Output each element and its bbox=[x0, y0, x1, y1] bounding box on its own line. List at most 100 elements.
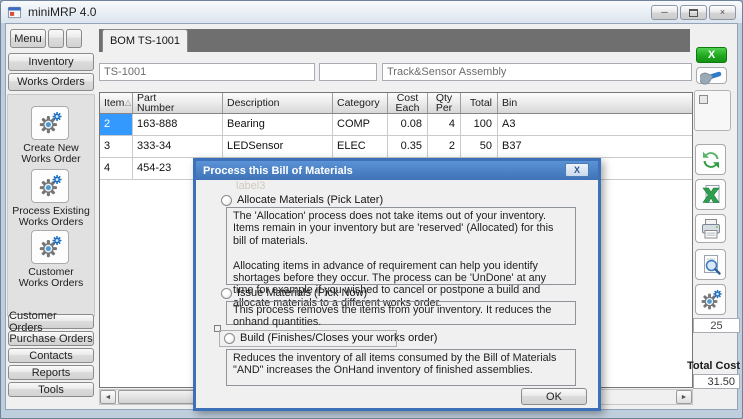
grid-header: Item△ Part Number Description Category C… bbox=[100, 93, 692, 114]
cell-cost[interactable]: 0.35 bbox=[388, 136, 428, 158]
sidebar-item-tools[interactable]: Tools bbox=[8, 382, 94, 397]
scroll-left-button[interactable]: ◄ bbox=[100, 390, 116, 404]
cell-item[interactable]: 3 bbox=[100, 136, 133, 158]
quantity-field[interactable] bbox=[319, 63, 377, 81]
assembly-description-field[interactable] bbox=[382, 63, 692, 81]
sidebar-item-purchase-orders[interactable]: Purchase Orders bbox=[8, 331, 94, 346]
dialog-title: Process this Bill of Materials bbox=[203, 165, 353, 177]
scroll-right-icon: ► bbox=[681, 394, 688, 401]
allocate-materials-radio[interactable] bbox=[221, 195, 232, 206]
close-button[interactable]: × bbox=[709, 5, 736, 20]
sidebar-item-contacts[interactable]: Contacts bbox=[8, 348, 94, 363]
build-label: Build (Finishes/Closes your works order) bbox=[240, 332, 437, 344]
issue-materials-label: Issue Materials (Pick Now) bbox=[237, 287, 367, 299]
customer-works-orders-label: Customer Works Orders bbox=[8, 267, 94, 289]
column-header-cost-each[interactable]: Cost Each bbox=[388, 93, 428, 113]
scroll-left-icon: ◄ bbox=[105, 394, 112, 401]
tab-strip: BOM TS-1001 bbox=[99, 29, 690, 52]
cell-cost[interactable]: 0.08 bbox=[388, 114, 428, 136]
close-icon: × bbox=[720, 8, 725, 17]
allocate-materials-label: Allocate Materials (Pick Later) bbox=[237, 194, 383, 206]
cell-category[interactable]: ELEC bbox=[333, 136, 388, 158]
maximize-icon bbox=[689, 9, 698, 17]
sidebar-item-reports[interactable]: Reports bbox=[8, 365, 94, 380]
cell-category[interactable]: COMP bbox=[333, 114, 388, 136]
process-existing-works-orders-button[interactable] bbox=[31, 169, 69, 203]
window-title: miniMRP 4.0 bbox=[28, 5, 96, 19]
total-cost-value[interactable] bbox=[693, 374, 740, 389]
sort-ascending-icon: △ bbox=[125, 99, 131, 107]
allocate-materials-description: The 'Allocation' process does not take i… bbox=[226, 207, 576, 285]
cell-total[interactable]: 50 bbox=[461, 136, 498, 158]
cell-part[interactable]: 333-34 bbox=[133, 136, 223, 158]
create-new-works-order-label: Create New Works Order bbox=[8, 143, 94, 165]
cell-part[interactable]: 163-888 bbox=[133, 114, 223, 136]
toolbar-blank-button-1[interactable] bbox=[48, 29, 64, 48]
cell-description[interactable]: LEDSensor bbox=[223, 136, 333, 158]
minimize-icon: ─ bbox=[661, 8, 667, 17]
dialog-titlebar: Process this Bill of Materials X bbox=[196, 161, 598, 180]
minimize-button[interactable]: ─ bbox=[651, 5, 678, 20]
column-header-bin[interactable]: Bin bbox=[498, 93, 692, 113]
app-icon bbox=[7, 5, 22, 20]
process-bom-dialog: Process this Bill of Materials X label3 … bbox=[193, 158, 601, 411]
table-row[interactable]: 2 163-888 Bearing COMP 0.08 4 100 A3 bbox=[100, 114, 692, 136]
green-x-icon: X bbox=[708, 49, 715, 61]
build-quantity-field[interactable] bbox=[693, 318, 740, 333]
dialog-close-button[interactable]: X bbox=[565, 163, 589, 177]
build-radio[interactable] bbox=[224, 333, 235, 344]
column-header-qty-per[interactable]: Qty Per bbox=[428, 93, 461, 113]
gear-icon bbox=[37, 110, 63, 136]
refresh-button[interactable] bbox=[695, 144, 726, 175]
scroll-right-button[interactable]: ► bbox=[676, 390, 692, 404]
menu-button[interactable]: Menu bbox=[10, 29, 46, 48]
cell-item[interactable]: 4 bbox=[100, 158, 133, 180]
titlebar: miniMRP 4.0 ─ × bbox=[1, 1, 742, 23]
issue-materials-radio[interactable] bbox=[221, 288, 232, 299]
column-header-part-number[interactable]: Part Number bbox=[133, 93, 223, 113]
cell-bin[interactable]: A3 bbox=[498, 114, 692, 136]
print-preview-button[interactable] bbox=[695, 249, 726, 280]
create-new-works-order-button[interactable] bbox=[31, 106, 69, 140]
build-description: Reduces the inventory of all items consu… bbox=[226, 349, 576, 386]
cell-total[interactable]: 100 bbox=[461, 114, 498, 136]
sidebar-item-inventory[interactable]: Inventory bbox=[8, 53, 94, 71]
table-row[interactable]: 3 333-34 LEDSensor ELEC 0.35 2 50 B37 bbox=[100, 136, 692, 158]
cell-qty[interactable]: 2 bbox=[428, 136, 461, 158]
print-button[interactable] bbox=[695, 214, 726, 243]
option-panel bbox=[694, 90, 731, 131]
excel-icon bbox=[699, 183, 723, 207]
app-window: miniMRP 4.0 ─ × Menu Inventory Works Ord… bbox=[0, 0, 743, 419]
issue-materials-description: This process removes the items from your… bbox=[226, 301, 576, 325]
export-excel-button[interactable] bbox=[695, 179, 726, 210]
ok-button[interactable]: OK bbox=[521, 388, 587, 405]
sidebar-item-works-orders[interactable]: Works Orders bbox=[8, 73, 94, 91]
ghost-label: label3 bbox=[236, 180, 265, 192]
column-header-category[interactable]: Category bbox=[333, 93, 388, 113]
column-header-item[interactable]: Item△ bbox=[100, 93, 133, 113]
gear-icon bbox=[37, 173, 63, 199]
dialog-body: label3 Allocate Materials (Pick Later) T… bbox=[196, 180, 598, 408]
part-number-field[interactable] bbox=[99, 63, 315, 81]
cell-item[interactable]: 2 bbox=[100, 114, 133, 136]
column-header-total[interactable]: Total bbox=[461, 93, 498, 113]
option-checkbox[interactable] bbox=[699, 95, 708, 104]
cell-bin[interactable]: B37 bbox=[498, 136, 692, 158]
cell-description[interactable]: Bearing bbox=[223, 114, 333, 136]
close-bom-button[interactable]: X bbox=[696, 47, 727, 63]
tab-bom-ts-1001[interactable]: BOM TS-1001 bbox=[102, 29, 188, 52]
process-bom-button[interactable] bbox=[695, 284, 726, 315]
refresh-icon bbox=[699, 148, 723, 172]
sidebar-item-customer-orders[interactable]: Customer Orders bbox=[8, 314, 94, 329]
dialog-close-icon: X bbox=[574, 165, 580, 175]
wrench-icon bbox=[700, 64, 724, 88]
cell-qty[interactable]: 4 bbox=[428, 114, 461, 136]
maximize-button[interactable] bbox=[680, 5, 707, 20]
customer-works-orders-button[interactable] bbox=[31, 230, 69, 264]
toolbar-blank-button-2[interactable] bbox=[66, 29, 82, 48]
search-document-icon bbox=[699, 253, 723, 277]
gear-icon bbox=[699, 288, 723, 312]
settings-wrench-button[interactable] bbox=[696, 67, 727, 84]
total-cost-label: Total Cost bbox=[687, 360, 740, 372]
column-header-description[interactable]: Description bbox=[223, 93, 333, 113]
